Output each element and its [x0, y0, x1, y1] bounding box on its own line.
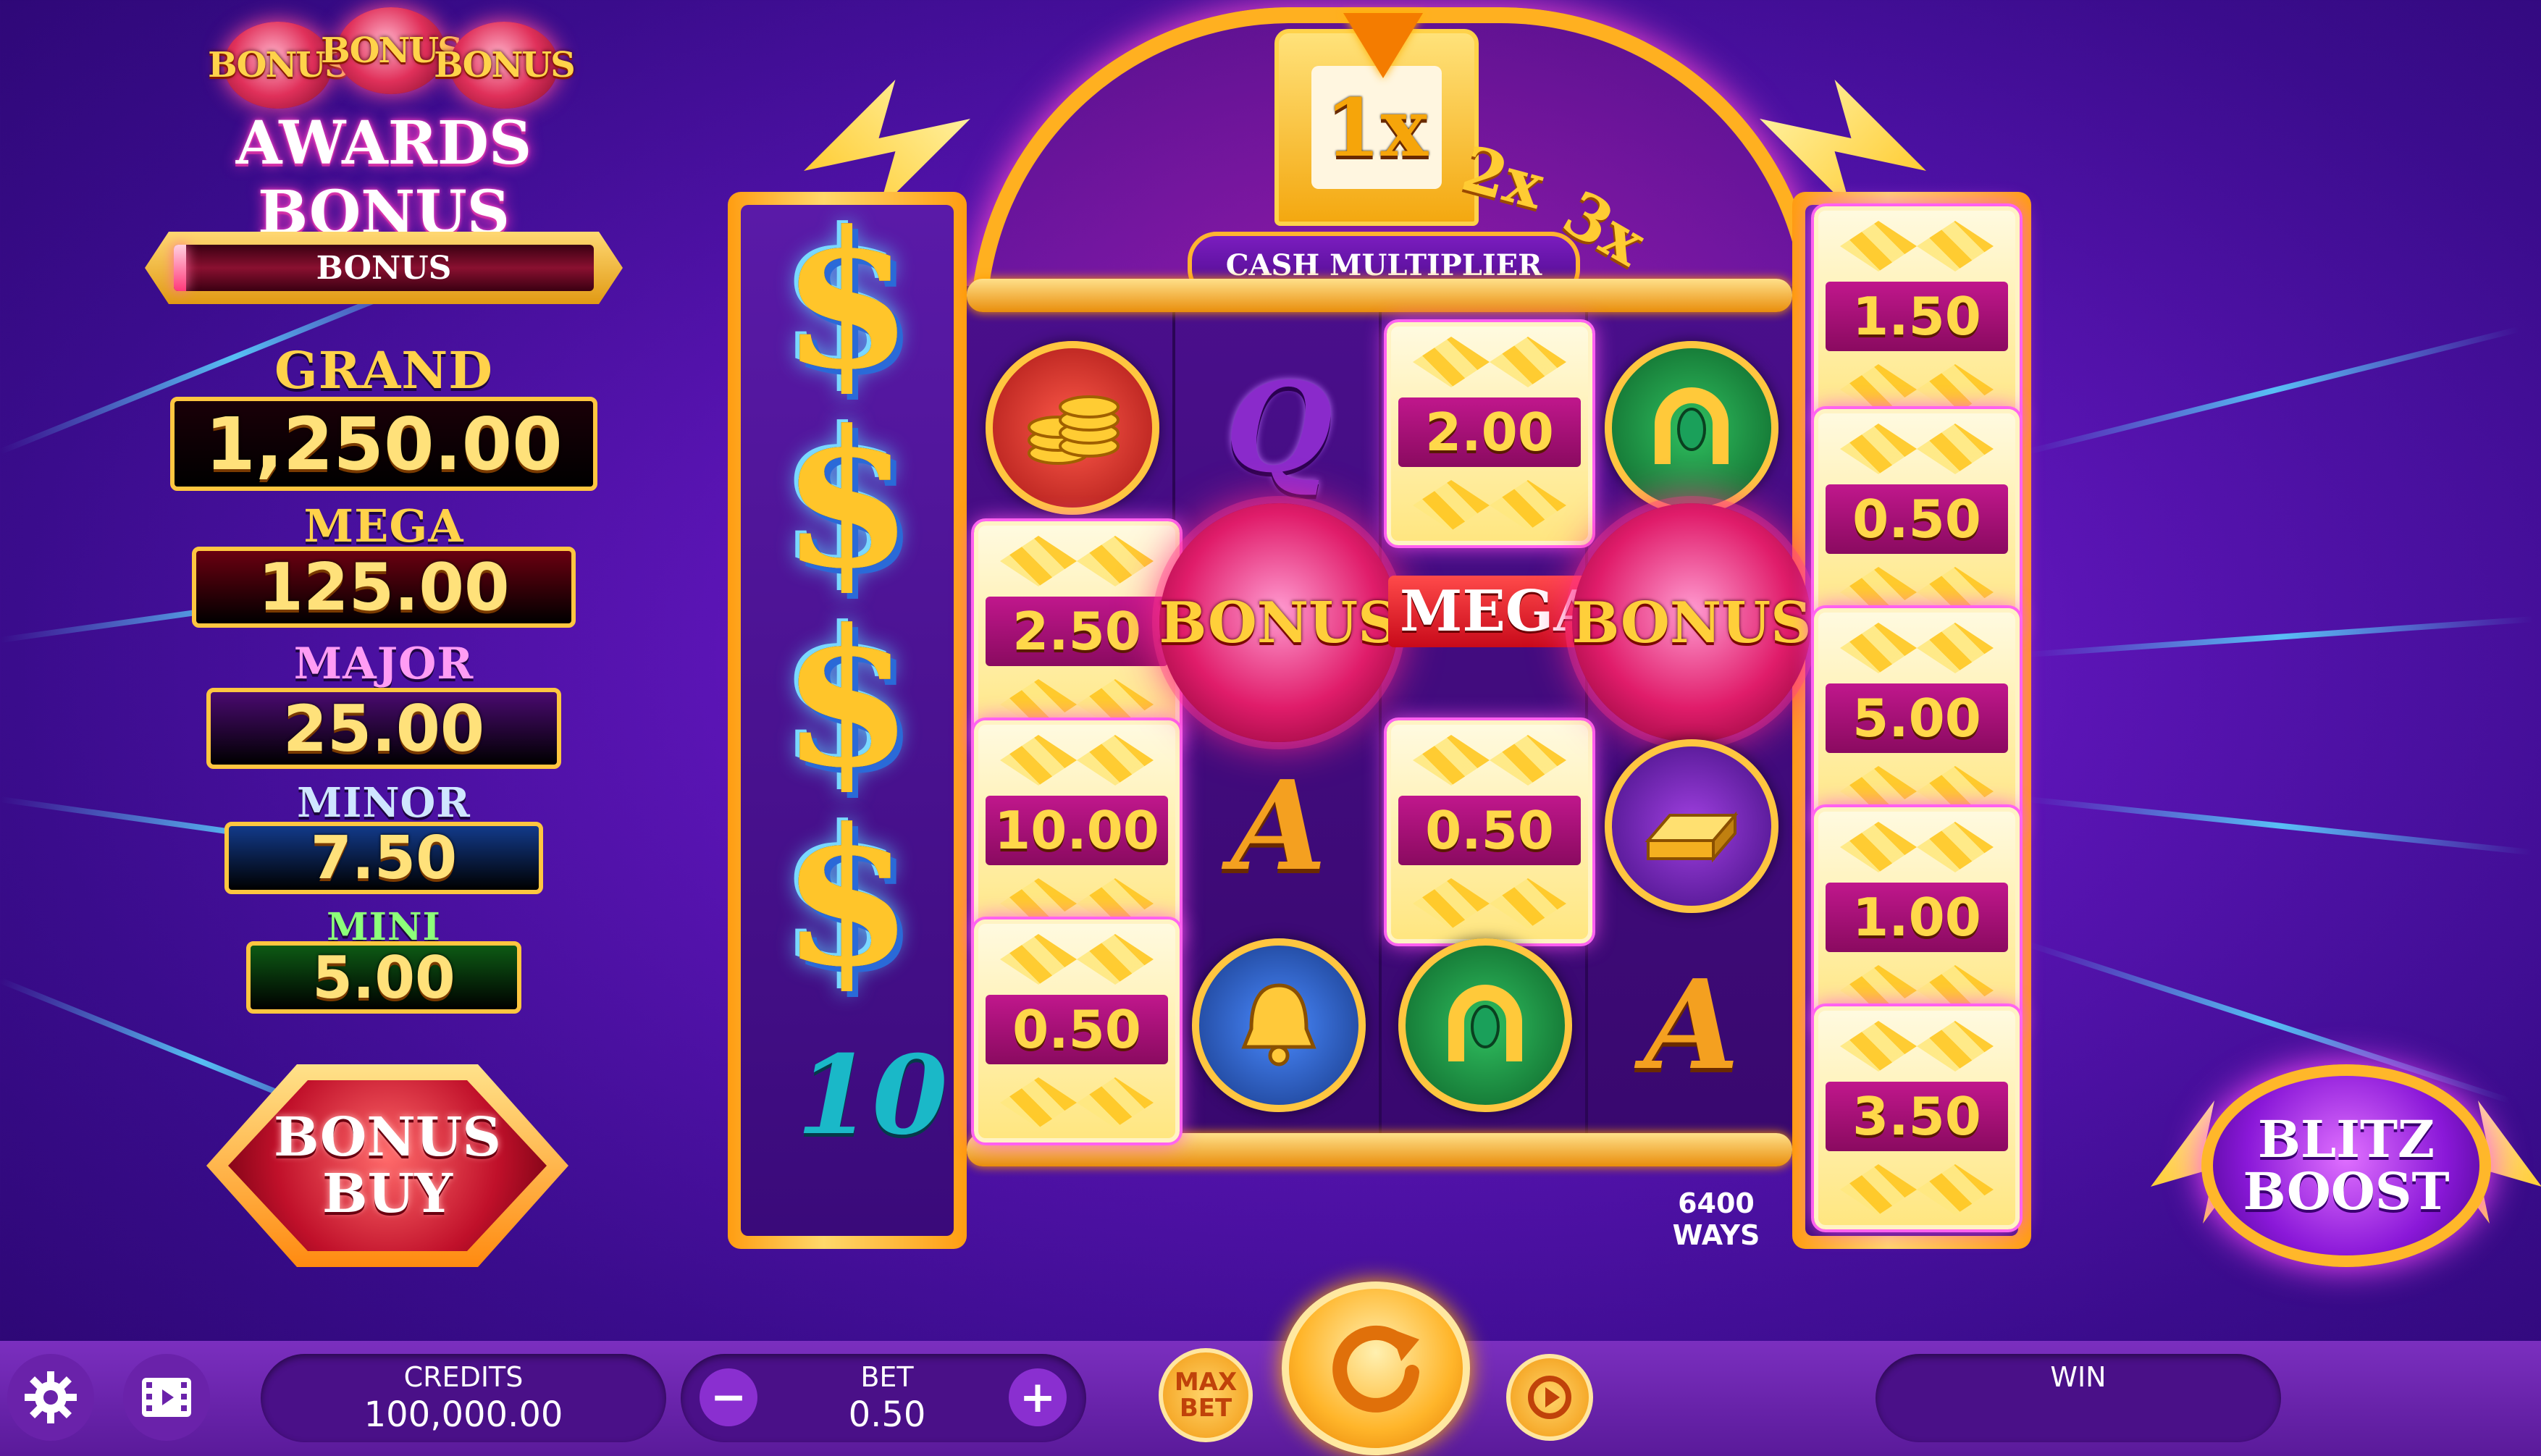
gold-coins-icon — [1028, 395, 1120, 465]
gear-icon — [25, 1371, 77, 1423]
jackpot-major-label: MAJOR — [293, 639, 474, 689]
ways-indicator: 6400 WAYS — [1658, 1187, 1774, 1251]
horseshoe-icon — [1655, 387, 1729, 464]
reel-board: $ $ $ $ 10 2.50 10.00 0.50 Q BONUS A 2.0… — [728, 190, 2031, 1249]
cash-tile: 1.00 — [1814, 807, 2020, 1030]
max-bet-button[interactable]: MAX BET — [1159, 1348, 1253, 1442]
bonus-buy-line2: BUY — [322, 1163, 453, 1225]
top-rail — [967, 279, 1792, 312]
video-button[interactable] — [123, 1354, 210, 1441]
spin-arrow-icon — [1332, 1325, 1419, 1413]
bonus-symbol: BONUS — [1572, 503, 1811, 742]
multiplier-pointer-icon — [1343, 13, 1423, 78]
bet-increase-button[interactable]: + — [1009, 1368, 1067, 1426]
cash-tile: 1.50 — [1814, 206, 2020, 429]
bonus-meter-label: BONUS — [316, 249, 452, 287]
spin-button[interactable] — [1282, 1282, 1470, 1455]
win-label: WIN — [2050, 1361, 2107, 1393]
cash-tile: 2.50 — [974, 521, 1180, 744]
gold-bar-icon — [1645, 811, 1739, 863]
jackpot-mega-value: 125.00 — [192, 547, 576, 628]
minus-icon: − — [710, 1372, 747, 1423]
cash-tile: 0.50 — [1814, 409, 2020, 632]
cash-tile: 5.00 — [1814, 608, 2020, 831]
max-bet-line1: MAX — [1174, 1368, 1238, 1397]
game-logo-gems: BONUS BONUS BONUS — [208, 7, 576, 109]
max-bet-line2: BET — [1179, 1394, 1232, 1423]
horseshoe-icon — [1448, 985, 1522, 1061]
ace-symbol: A — [1644, 953, 1739, 1098]
jackpot-mini-value: 5.00 — [246, 941, 521, 1014]
credits-label: CREDITS — [403, 1361, 524, 1393]
bell-icon — [1241, 983, 1316, 1066]
light-beam — [2027, 616, 2534, 657]
ace-symbol: A — [1231, 754, 1327, 899]
gold-bar-symbol — [1593, 728, 1790, 925]
bet-label: BET — [860, 1361, 914, 1393]
bet-decrease-button[interactable]: − — [700, 1368, 757, 1426]
settings-button[interactable] — [7, 1354, 94, 1441]
bonus-meter-bar: BONUS — [174, 245, 594, 291]
autoplay-button[interactable] — [1506, 1354, 1593, 1441]
dollar-symbol: $ — [781, 588, 913, 809]
light-beam — [2027, 796, 2532, 856]
plus-icon: + — [1019, 1372, 1057, 1423]
bell-symbol — [1180, 927, 1377, 1124]
horseshoe-symbol — [1387, 927, 1584, 1124]
bonus-buy-button[interactable]: BONUS BUY — [206, 1064, 568, 1267]
dollar-symbol: $ — [781, 389, 913, 610]
autoplay-icon — [1528, 1376, 1571, 1419]
film-icon — [142, 1378, 191, 1417]
blitz-boost-button[interactable]: BLITZ BOOST — [2158, 1057, 2541, 1274]
bonus-meter-fill — [174, 245, 187, 291]
coins-symbol — [974, 329, 1171, 526]
credits-value: 100,000.00 — [364, 1394, 563, 1435]
logo-gem: BONUS — [321, 7, 463, 94]
dollar-symbol: $ — [781, 190, 913, 411]
jackpot-major-value: 25.00 — [206, 688, 561, 769]
logo-gem: BONUS — [434, 22, 576, 109]
ways-count: 6400 — [1678, 1187, 1755, 1219]
ways-label: WAYS — [1672, 1219, 1760, 1251]
jackpot-grand-value: 1,250.00 — [170, 397, 597, 491]
cash-tile: 2.00 — [1387, 322, 1592, 545]
dollar-symbol: $ — [781, 787, 913, 1009]
bonus-symbol: BONUS — [1159, 503, 1398, 742]
light-beam — [2027, 326, 2521, 455]
jackpot-minor-label: MINOR — [297, 779, 471, 827]
queen-symbol: Q — [1225, 355, 1333, 500]
blitz-line2: BOOST — [2243, 1161, 2450, 1221]
bet-value: 0.50 — [848, 1394, 926, 1435]
jackpot-minor-value: 7.50 — [224, 822, 543, 894]
cash-tile: 0.50 — [1387, 720, 1592, 943]
jackpot-mega-label: MEGA — [303, 500, 464, 552]
jackpot-grand-label: GRAND — [274, 340, 493, 400]
blitz-line1: BLITZ — [2257, 1109, 2435, 1169]
ten-symbol: 10 — [797, 1032, 948, 1159]
cash-tile: 0.50 — [974, 920, 1180, 1143]
bonus-meter: BONUS — [101, 217, 666, 319]
control-bar: CREDITS 100,000.00 − BET 0.50 + MAX BET … — [0, 1341, 2541, 1456]
logo-gem: BONUS — [208, 22, 350, 109]
horseshoe-symbol — [1593, 329, 1790, 526]
cash-tile: 10.00 — [974, 720, 1180, 943]
bonus-buy-line1: BONUS — [274, 1106, 501, 1169]
cash-tile: 3.50 — [1814, 1006, 2020, 1229]
